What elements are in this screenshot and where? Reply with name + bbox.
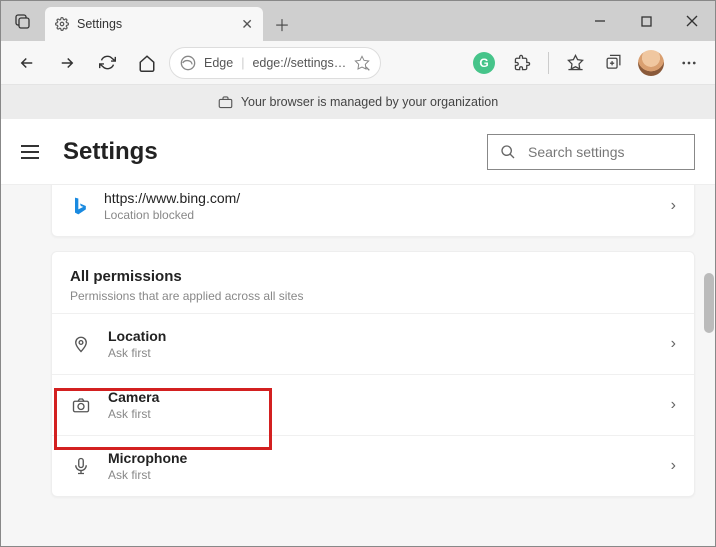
tab-close-icon[interactable]: ✕: [241, 16, 253, 33]
favorites-icon[interactable]: [557, 47, 593, 79]
permission-subtitle: Ask first: [108, 468, 187, 482]
hamburger-menu-icon[interactable]: [21, 138, 49, 166]
profile-avatar[interactable]: [633, 47, 669, 79]
address-bar[interactable]: Edge | edge://settings…: [169, 47, 381, 79]
url-prefix: Edge: [204, 56, 233, 70]
camera-icon: [70, 396, 92, 414]
refresh-button[interactable]: [89, 47, 125, 79]
favorite-star-icon[interactable]: [354, 55, 370, 71]
permission-camera-row[interactable]: Camera Ask first ›: [52, 374, 694, 435]
new-tab-button[interactable]: ＋: [267, 9, 297, 39]
permission-title: Camera: [108, 389, 159, 405]
permission-location-row[interactable]: Location Ask first ›: [52, 313, 694, 374]
recent-site-status: Location blocked: [104, 208, 657, 222]
page-title: Settings: [63, 138, 158, 166]
microphone-icon: [70, 457, 92, 475]
chevron-right-icon: ›: [671, 335, 676, 353]
search-settings-input[interactable]: Search settings: [487, 134, 695, 170]
chevron-right-icon: ›: [671, 197, 676, 215]
toolbar-divider: [548, 52, 549, 74]
tab-strip: Settings ✕ ＋: [1, 1, 297, 41]
home-button[interactable]: [129, 47, 165, 79]
url-separator: |: [241, 56, 244, 70]
browser-tab[interactable]: Settings ✕: [45, 7, 263, 41]
settings-header: Settings Search settings: [1, 119, 715, 185]
window-titlebar: Settings ✕ ＋: [1, 1, 715, 41]
window-controls: [577, 1, 715, 41]
permission-microphone-row[interactable]: Microphone Ask first ›: [52, 435, 694, 496]
all-permissions-card: All permissions Permissions that are app…: [51, 251, 695, 497]
permission-title: Microphone: [108, 450, 187, 466]
permission-subtitle: Ask first: [108, 346, 166, 360]
section-subtitle: Permissions that are applied across all …: [70, 289, 676, 303]
location-icon: [70, 335, 92, 353]
browser-toolbar: Edge | edge://settings… G: [1, 41, 715, 85]
search-placeholder: Search settings: [528, 144, 625, 160]
search-icon: [500, 144, 516, 160]
briefcase-icon: [218, 95, 233, 110]
more-menu-icon[interactable]: [671, 47, 707, 79]
scrollbar-thumb[interactable]: [704, 273, 714, 333]
extensions-icon[interactable]: [504, 47, 540, 79]
chevron-right-icon: ›: [671, 396, 676, 414]
edge-logo-icon: [180, 55, 196, 71]
tab-title: Settings: [77, 17, 122, 31]
minimize-button[interactable]: [577, 1, 623, 41]
back-button[interactable]: [9, 47, 45, 79]
tab-actions-icon[interactable]: [9, 7, 37, 35]
permission-subtitle: Ask first: [108, 407, 159, 421]
settings-content: https://www.bing.com/ Location blocked ›…: [1, 185, 715, 546]
recent-site-url: https://www.bing.com/: [104, 190, 657, 206]
managed-text: Your browser is managed by your organiza…: [241, 95, 498, 109]
url-text: edge://settings…: [252, 56, 346, 70]
extension-grammarly-icon[interactable]: G: [466, 47, 502, 79]
section-title: All permissions: [70, 268, 676, 285]
chevron-right-icon: ›: [671, 457, 676, 475]
forward-button[interactable]: [49, 47, 85, 79]
gear-icon: [55, 17, 69, 31]
permission-title: Location: [108, 328, 166, 344]
collections-icon[interactable]: [595, 47, 631, 79]
managed-banner: Your browser is managed by your organiza…: [1, 85, 715, 119]
recent-site-row[interactable]: https://www.bing.com/ Location blocked ›: [51, 185, 695, 237]
close-window-button[interactable]: [669, 1, 715, 41]
maximize-button[interactable]: [623, 1, 669, 41]
bing-icon: [70, 196, 90, 216]
